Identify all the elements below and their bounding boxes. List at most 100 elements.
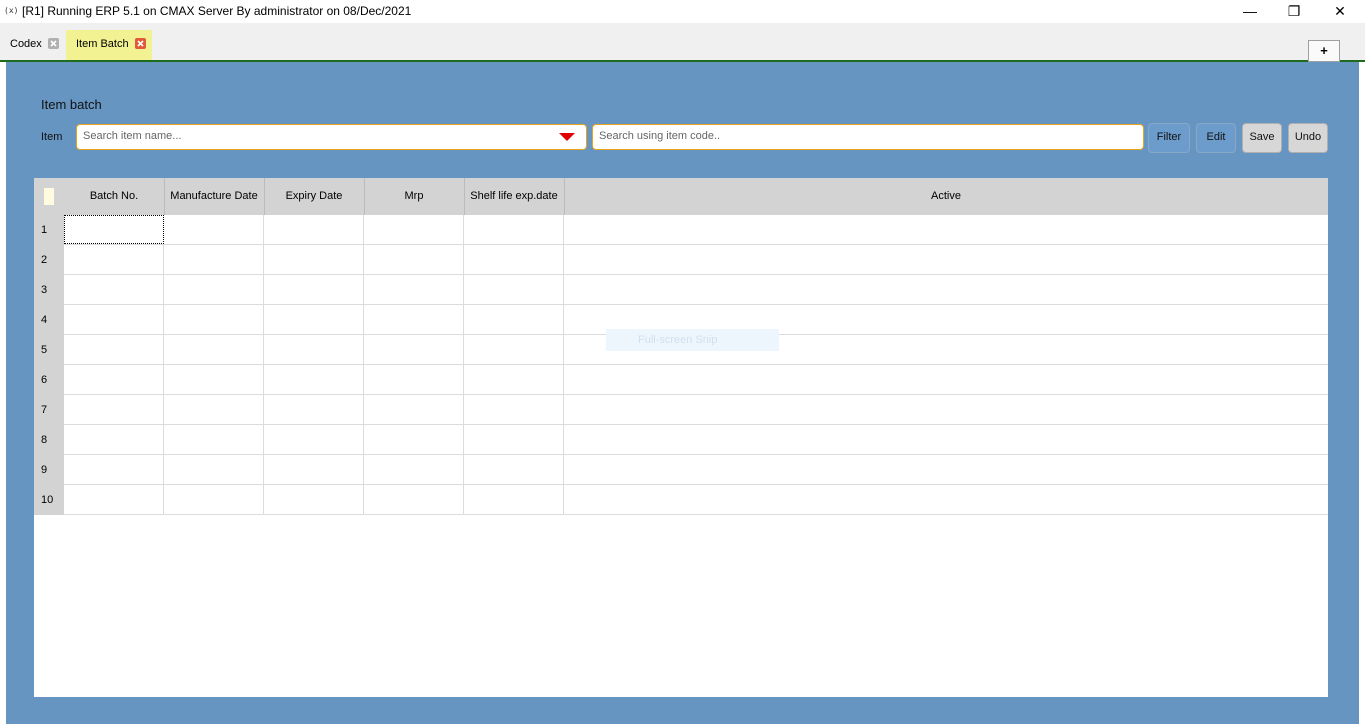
grid-cell[interactable] [364, 245, 464, 274]
tab-codex[interactable]: Codex [0, 30, 65, 60]
grid-cell[interactable] [364, 215, 464, 244]
grid-cell[interactable] [64, 275, 164, 304]
grid-cell[interactable] [564, 455, 1328, 484]
grid-cell[interactable] [264, 215, 364, 244]
grid-cell[interactable] [264, 365, 364, 394]
row-number[interactable]: 8 [34, 425, 64, 455]
grid-cell[interactable] [64, 245, 164, 274]
grid-cell[interactable] [464, 275, 564, 304]
close-icon[interactable] [47, 37, 59, 49]
row-number[interactable]: 6 [34, 365, 64, 395]
grid-cell[interactable] [364, 395, 464, 424]
grid-cell[interactable] [164, 455, 264, 484]
search-item-name-input[interactable]: Search item name... [76, 124, 587, 150]
column-header-expiry-date[interactable]: Expiry Date [264, 178, 365, 215]
table-row[interactable]: 9 [34, 455, 1328, 485]
column-header-batch-no[interactable]: Batch No. [64, 178, 165, 215]
grid-cell[interactable] [564, 275, 1328, 304]
grid-cell[interactable] [564, 485, 1328, 514]
row-number[interactable]: 3 [34, 275, 64, 305]
grid-cell[interactable] [464, 305, 564, 334]
grid-cell[interactable] [464, 365, 564, 394]
edit-button[interactable]: Edit [1196, 123, 1236, 153]
restore-button[interactable]: ❐ [1274, 1, 1314, 21]
filter-button[interactable]: Filter [1148, 123, 1190, 153]
grid-cell[interactable] [264, 335, 364, 364]
grid-cell[interactable] [64, 365, 164, 394]
grid-cell[interactable] [164, 305, 264, 334]
grid-cell[interactable] [164, 395, 264, 424]
grid-cell[interactable] [464, 485, 564, 514]
grid-cell[interactable] [464, 395, 564, 424]
grid-cell[interactable] [364, 485, 464, 514]
grid-cell[interactable] [164, 335, 264, 364]
search-item-code-placeholder: Search using item code.. [599, 130, 721, 142]
grid-cell[interactable] [64, 425, 164, 454]
grid-cell[interactable] [564, 365, 1328, 394]
close-window-button[interactable]: ✕ [1320, 1, 1360, 21]
grid-cell[interactable] [364, 335, 464, 364]
grid-cell[interactable] [364, 305, 464, 334]
grid-cell[interactable] [64, 455, 164, 484]
grid-cell[interactable] [464, 335, 564, 364]
grid-cell[interactable] [64, 485, 164, 514]
grid-cell[interactable] [364, 275, 464, 304]
grid-cell[interactable] [264, 245, 364, 274]
grid-cell[interactable] [364, 455, 464, 484]
grid-cell[interactable] [364, 365, 464, 394]
grid-cell[interactable] [164, 245, 264, 274]
grid-cell[interactable] [564, 245, 1328, 274]
grid-cell[interactable] [164, 425, 264, 454]
row-number[interactable]: 9 [34, 455, 64, 485]
grid-header: Batch No. Manufacture Date Expiry Date M… [34, 178, 1328, 215]
grid-cell[interactable] [464, 215, 564, 244]
row-number[interactable]: 1 [34, 215, 64, 245]
grid-cell[interactable] [564, 425, 1328, 454]
grid-cell[interactable] [164, 215, 264, 244]
grid-cell[interactable] [64, 305, 164, 334]
grid-cell[interactable] [264, 305, 364, 334]
close-icon[interactable] [134, 37, 146, 49]
table-row[interactable]: 10 [34, 485, 1328, 515]
column-header-active[interactable]: Active [564, 178, 1328, 215]
grid-cell[interactable] [264, 425, 364, 454]
table-row[interactable]: 7 [34, 395, 1328, 425]
table-row[interactable]: 8 [34, 425, 1328, 455]
table-row[interactable]: 6 [34, 365, 1328, 395]
grid-cell[interactable] [164, 365, 264, 394]
grid-cell[interactable] [464, 245, 564, 274]
undo-button[interactable]: Undo [1288, 123, 1328, 153]
row-number[interactable]: 7 [34, 395, 64, 425]
grid-cell[interactable] [464, 425, 564, 454]
save-button[interactable]: Save [1242, 123, 1282, 153]
column-header-manufacture-date[interactable]: Manufacture Date [164, 178, 265, 215]
tab-item-batch[interactable]: Item Batch [66, 30, 152, 60]
grid-cell[interactable] [464, 455, 564, 484]
grid-cell[interactable] [264, 275, 364, 304]
table-row[interactable]: 3 [34, 275, 1328, 305]
grid-cell[interactable] [564, 215, 1328, 244]
row-number[interactable]: 2 [34, 245, 64, 275]
dropdown-arrow-icon[interactable] [559, 133, 575, 141]
grid-cell[interactable] [264, 485, 364, 514]
grid-cell[interactable] [264, 395, 364, 424]
row-number[interactable]: 10 [34, 485, 64, 515]
minimize-button[interactable]: — [1230, 1, 1270, 21]
search-item-code-input[interactable]: Search using item code.. [592, 124, 1144, 150]
add-tab-button[interactable]: + [1308, 40, 1340, 62]
column-header-shelf-life[interactable]: Shelf life exp.date [464, 178, 565, 215]
grid-cell[interactable] [64, 395, 164, 424]
column-header-mrp[interactable]: Mrp [364, 178, 465, 215]
grid-cell[interactable] [164, 485, 264, 514]
row-number[interactable]: 5 [34, 335, 64, 365]
row-number[interactable]: 4 [34, 305, 64, 335]
grid-cell[interactable] [264, 455, 364, 484]
grid-cell[interactable] [564, 395, 1328, 424]
table-row[interactable]: 1 [34, 215, 1328, 245]
grid-cell[interactable] [164, 275, 264, 304]
grid-corner[interactable] [34, 178, 64, 215]
grid-cell[interactable] [64, 215, 164, 244]
grid-cell[interactable] [364, 425, 464, 454]
table-row[interactable]: 2 [34, 245, 1328, 275]
grid-cell[interactable] [64, 335, 164, 364]
